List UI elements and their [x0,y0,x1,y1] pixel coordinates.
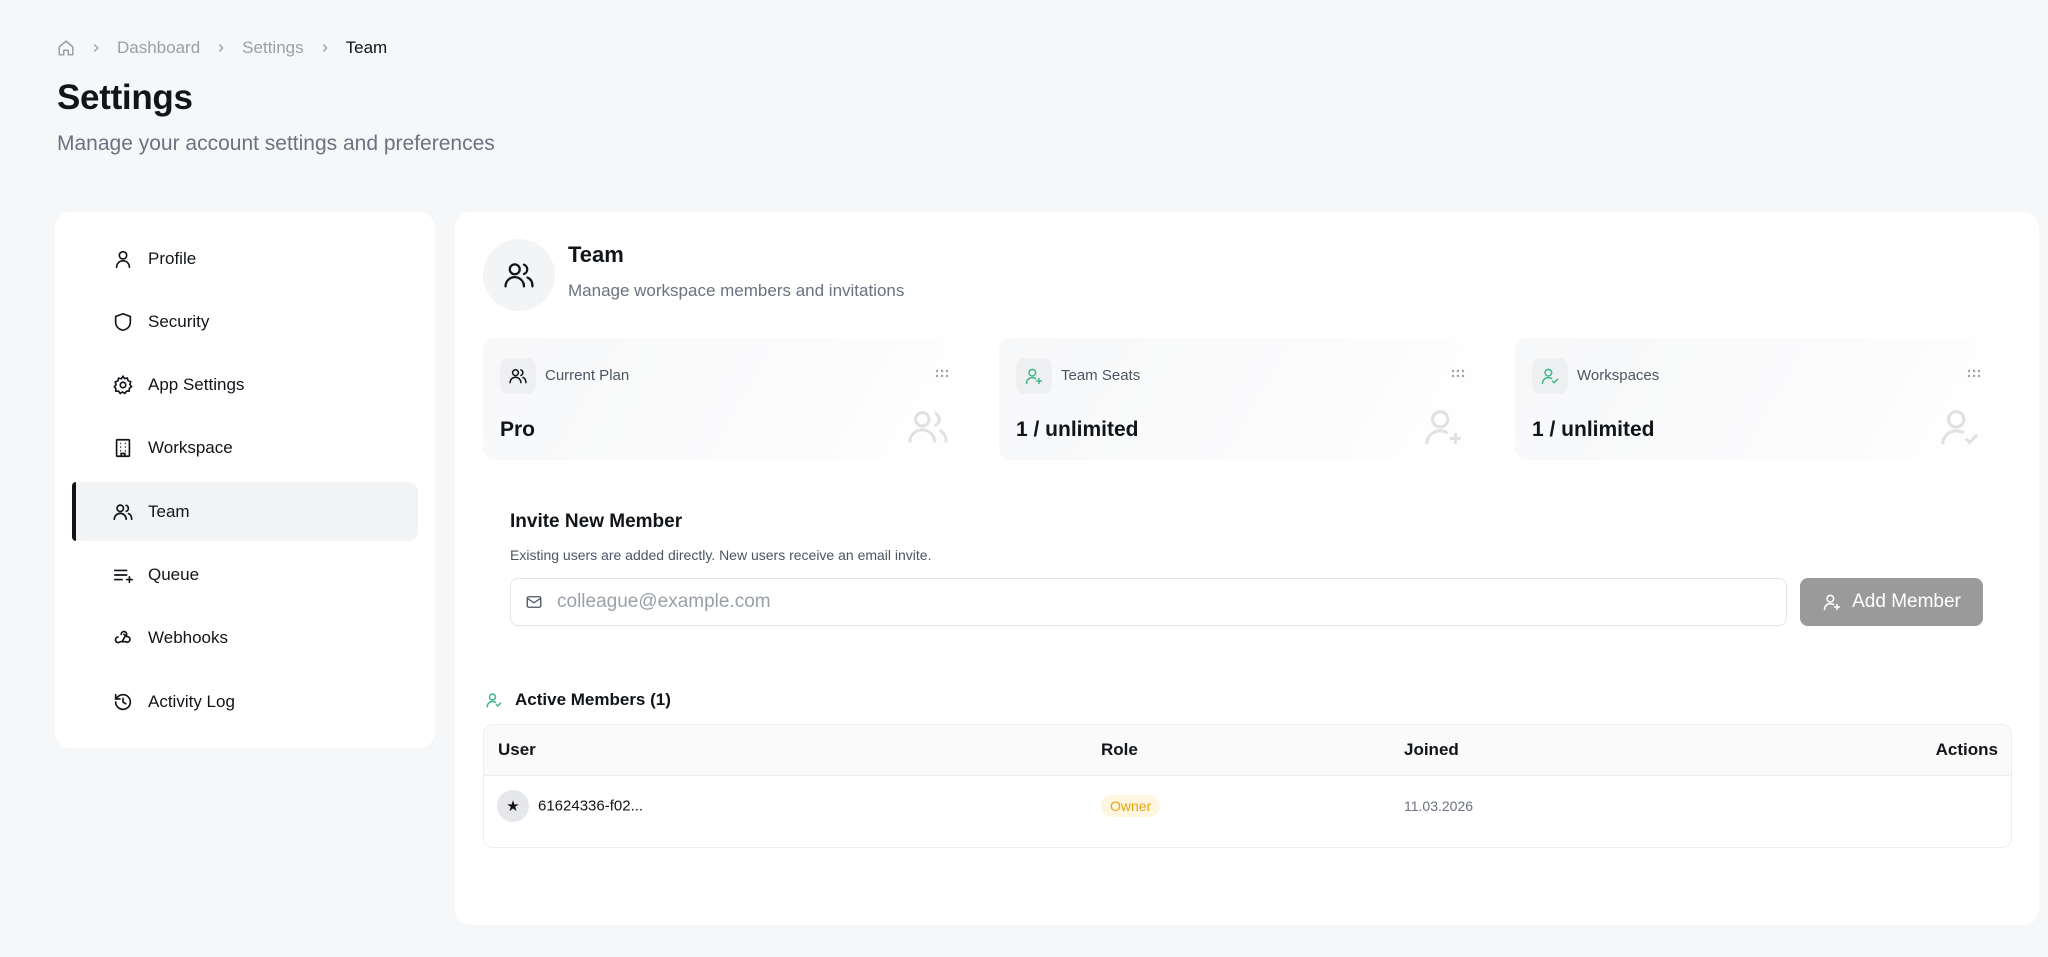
users-icon [509,369,527,384]
table-header: User Role Joined Actions [484,725,2011,776]
email-field-wrapper [510,578,1787,626]
stat-card-team-seats: Team Seats 1 / unlimited [999,338,1479,460]
active-members-label: Active Members (1) [515,690,671,709]
table-row[interactable]: ★ 61624336-f02... Owner 11.03.2026 [484,776,2011,836]
stat-value: 1 / unlimited [1532,418,1655,441]
user-icon [115,250,131,268]
joined-date: 11.03.2026 [1404,798,1474,814]
stat-value: 1 / unlimited [1016,418,1139,441]
stat-icon [1016,358,1052,394]
sidebar-item-activity-log[interactable]: Activity Log [72,672,418,731]
column-header-user: User [498,740,536,759]
section-title: Team [568,242,624,267]
users-watermark-icon [908,411,948,443]
stat-card-workspaces: Workspaces 1 / unlimited [1515,338,1995,460]
stat-label: Current Plan [545,367,630,384]
sidebar-item-label: Queue [148,564,200,584]
building-icon [115,439,131,458]
users-icon [504,263,534,288]
shield-icon [114,312,132,331]
email-input[interactable] [557,591,1786,613]
user-plus-watermark-icon [1425,410,1462,445]
role-badge: Owner [1101,795,1161,817]
team-panel: Team Manage workspace members and invita… [455,212,2039,925]
stat-label: Workspaces [1577,367,1660,384]
active-members-heading: Active Members (1) [485,690,671,710]
chevron-right-icon [93,44,99,52]
user-check-watermark-icon [1941,410,1979,445]
breadcrumb-settings[interactable]: Settings [242,38,303,58]
stat-value: Pro [500,418,536,441]
add-member-button[interactable]: Add Member [1800,578,1983,626]
add-member-label: Add Member [1852,591,1961,612]
sidebar-item-label: Profile [148,248,197,268]
stat-icon [500,358,536,394]
stat-icon [1532,358,1568,394]
drag-handle-icon[interactable] [1451,369,1465,379]
team-avatar [483,239,555,311]
sidebar-item-workspace[interactable]: Workspace [72,419,418,478]
drag-handle-icon[interactable] [935,369,949,379]
avatar: ★ [497,790,529,822]
sidebar-item-label: Activity Log [148,691,235,711]
sidebar-item-team[interactable]: Team [72,482,418,542]
sidebar-item-label: Webhooks [148,628,229,648]
member-user-id: 61624336-f02... [538,797,644,815]
history-icon [114,693,132,710]
user-check-icon [1541,368,1559,385]
sidebar-item-label: Team [148,501,190,521]
user-plus-icon [1025,368,1043,385]
column-header-joined: Joined [1404,740,1459,759]
stat-label: Team Seats [1061,367,1141,384]
webhook-icon [114,631,131,644]
breadcrumb: Dashboard Settings Team [57,38,387,58]
invite-title: Invite New Member [510,511,683,532]
queue-icon [113,569,133,584]
sidebar-item-label: Workspace [148,438,233,458]
sidebar-item-webhooks[interactable]: Webhooks [72,609,418,668]
drag-handle-icon[interactable] [1967,369,1981,379]
page-title: Settings [57,78,193,117]
stat-card-current-plan: Current Plan Pro [483,338,963,460]
sidebar-item-profile[interactable]: Profile [72,229,418,288]
section-subtitle: Manage workspace members and invitations [568,281,905,300]
settings-sidebar: Profile Security App Settings Workspace … [55,212,435,748]
users-icon [113,503,133,520]
sidebar-item-security[interactable]: Security [72,292,418,351]
column-header-role: Role [1101,740,1138,759]
gear-icon [113,374,133,395]
chevron-right-icon [322,44,328,52]
members-table: User Role Joined Actions ★ 61624336-f02.… [483,724,2012,848]
column-header-actions: Actions [1935,740,1998,759]
page-subtitle: Manage your account settings and prefere… [57,132,495,155]
sidebar-item-app-settings[interactable]: App Settings [72,356,418,415]
invite-section: Invite New Member Existing users are add… [483,492,1983,642]
user-plus-icon [1823,594,1841,611]
home-icon[interactable] [57,39,75,57]
sidebar-item-label: App Settings [148,375,245,395]
breadcrumb-dashboard[interactable]: Dashboard [117,38,200,58]
invite-subtitle: Existing users are added directly. New u… [510,547,932,563]
mail-icon [526,596,542,608]
breadcrumb-current: Team [345,38,388,57]
sidebar-item-label: Security [148,311,210,331]
sidebar-item-queue[interactable]: Queue [72,545,418,604]
chevron-right-icon [218,44,224,52]
user-check-icon [486,693,502,708]
